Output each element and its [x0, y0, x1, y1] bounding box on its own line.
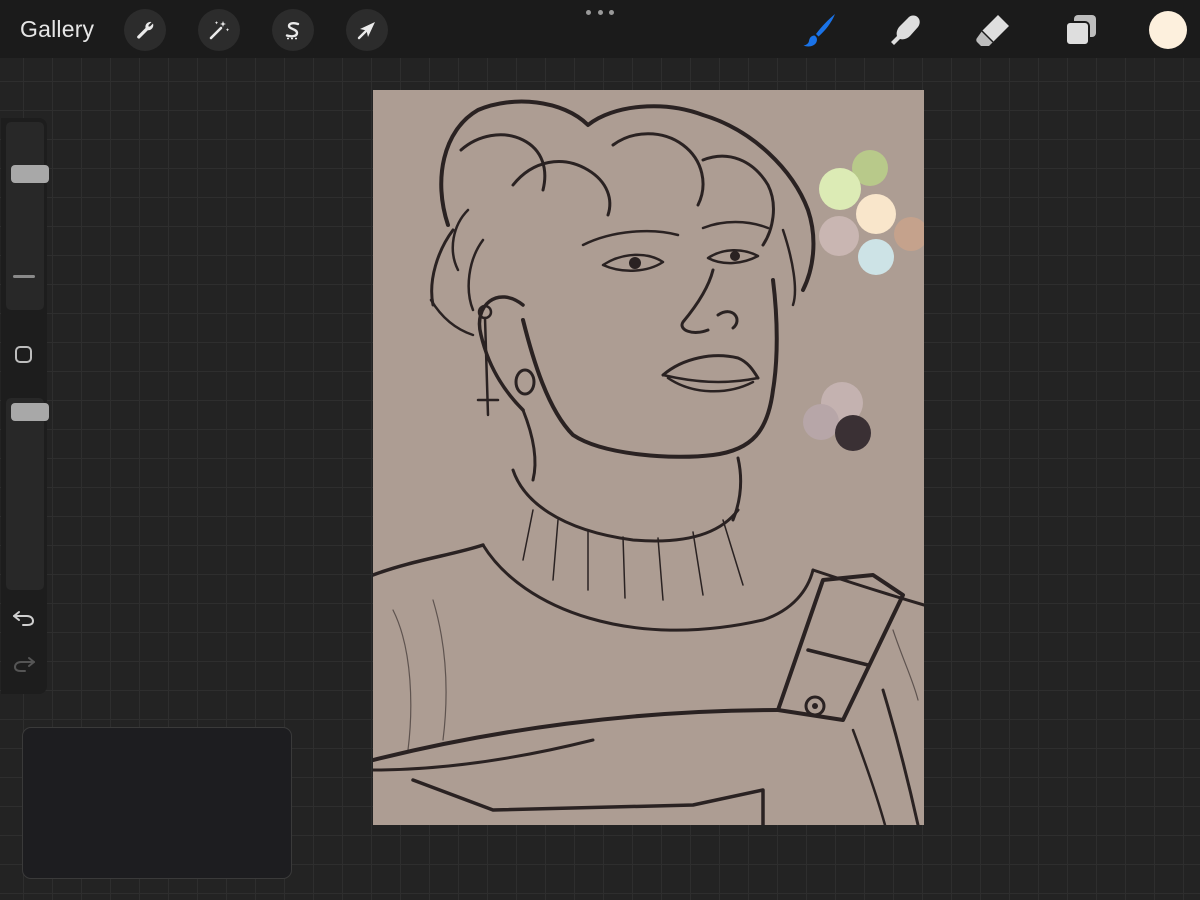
palette-swatch	[819, 216, 859, 256]
undo-button[interactable]	[11, 607, 37, 629]
sketch-artwork	[373, 99, 924, 825]
selection-s-icon	[285, 21, 300, 40]
square-icon[interactable]	[15, 346, 32, 363]
slider-tick	[13, 275, 35, 278]
opacity-slider[interactable]	[6, 398, 49, 590]
drawing-canvas[interactable]	[373, 90, 924, 825]
top-toolbar: Gallery	[0, 0, 1200, 58]
brush-icon	[803, 14, 835, 47]
wrench-icon	[137, 21, 154, 39]
actions-button[interactable]	[124, 9, 166, 51]
gallery-button[interactable]: Gallery	[20, 16, 94, 43]
brush-tool-button[interactable]	[797, 8, 841, 52]
palette-swatch	[856, 194, 896, 234]
brush-size-slider[interactable]	[6, 122, 49, 310]
eraser-tool-button[interactable]	[971, 8, 1015, 52]
layers-icon	[1065, 15, 1096, 46]
palette-swatch	[835, 415, 871, 451]
undo-icon	[13, 611, 35, 626]
palette-swatch	[894, 217, 924, 251]
selection-button[interactable]	[272, 9, 314, 51]
layers-button[interactable]	[1059, 8, 1103, 52]
reference-window[interactable]	[22, 727, 292, 879]
opacity-thumb[interactable]	[11, 403, 49, 421]
arrow-cursor-icon	[357, 22, 375, 40]
left-sidebar	[1, 118, 49, 694]
color-palette-swatches	[803, 150, 924, 451]
palette-swatch	[819, 168, 861, 210]
smudge-finger-icon	[891, 15, 920, 45]
palette-swatch	[803, 404, 839, 440]
color-picker-button[interactable]	[1149, 11, 1187, 49]
redo-button[interactable]	[11, 653, 37, 675]
brush-size-thumb[interactable]	[11, 165, 49, 183]
transform-button[interactable]	[346, 9, 388, 51]
magic-wand-icon	[209, 21, 230, 40]
smudge-tool-button[interactable]	[884, 8, 928, 52]
eraser-icon	[976, 15, 1009, 46]
palette-swatch	[858, 239, 894, 275]
redo-icon	[13, 657, 35, 672]
more-dots-icon[interactable]	[586, 10, 614, 18]
adjustments-button[interactable]	[198, 9, 240, 51]
